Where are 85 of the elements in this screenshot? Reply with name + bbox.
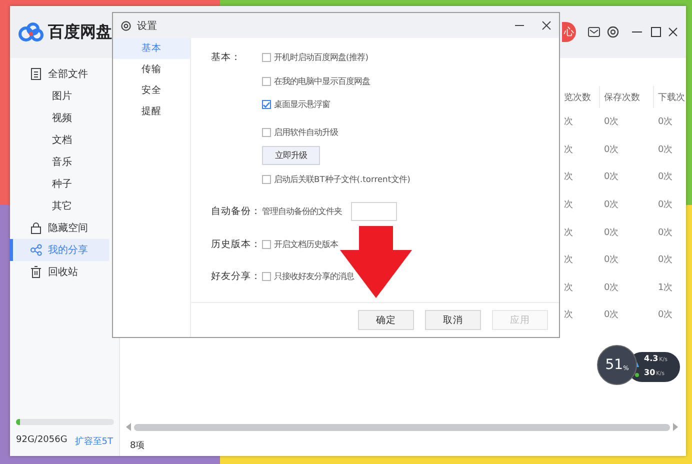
table-cell-text: 次 xyxy=(563,170,574,184)
close-icon[interactable] xyxy=(668,27,678,37)
checkbox[interactable] xyxy=(262,240,271,249)
table-cell-text: 0次 xyxy=(603,198,620,212)
download-speed: 30 xyxy=(644,368,656,377)
settings-tab[interactable]: 提醒 xyxy=(113,101,190,122)
checkbox-label: 只接收好友分享的消息 xyxy=(274,271,354,282)
table-cell-text: 0次 xyxy=(603,144,620,156)
table-cell-text: 0次 xyxy=(657,116,674,128)
section-label: 基本： xyxy=(211,51,242,66)
table-cell-text: 0次 xyxy=(657,170,674,184)
sidebar-item[interactable]: 种子 xyxy=(10,173,109,195)
scroll-left-icon[interactable] xyxy=(126,423,131,431)
table-cell-text: 0次 xyxy=(603,254,620,266)
table-cell-text: 次 xyxy=(563,198,574,212)
close-icon[interactable] xyxy=(542,21,551,30)
checkbox-label: 在我的电脑中显示百度网盘 xyxy=(274,76,370,87)
table-cell-text: 次 xyxy=(563,254,574,266)
setting-text: 管理自动备份的文件夹 xyxy=(262,206,342,218)
mail-icon[interactable] xyxy=(588,27,600,37)
membership-button[interactable]: 心 xyxy=(562,22,576,42)
table-cell-text: 1次 xyxy=(657,282,674,294)
section-label: 自动备份： xyxy=(211,205,262,220)
settings-icon[interactable] xyxy=(607,26,619,38)
table-cell-text: 0次 xyxy=(603,282,620,294)
column-header[interactable]: 下载次 xyxy=(654,86,686,108)
checkbox[interactable] xyxy=(262,128,271,137)
section-label: 好友分享： xyxy=(211,270,262,284)
sidebar-item[interactable]: 图片 xyxy=(10,85,109,107)
table-cell-text: 0次 xyxy=(657,254,674,266)
checkbox-label: 桌面显示悬浮窗 xyxy=(274,99,330,110)
sidebar-item[interactable]: 文档 xyxy=(10,129,109,151)
checkbox-label: 启动后关联BT种子文件(.torrent文件) xyxy=(274,174,410,185)
table-cell-text: 次 xyxy=(563,144,574,156)
table-cell-text: 0次 xyxy=(657,198,674,212)
sidebar-item[interactable]: 音乐 xyxy=(10,151,109,173)
checkbox[interactable] xyxy=(262,76,271,86)
storage-usage: 92G/2056G xyxy=(16,435,68,447)
sidebar-item[interactable]: 全部文件 xyxy=(10,63,109,85)
table-cell-text: 0次 xyxy=(657,226,674,239)
horizontal-scrollbar[interactable] xyxy=(134,424,670,430)
sidebar-item[interactable]: 视频 xyxy=(10,107,109,129)
sidebar-item[interactable]: 回收站 xyxy=(10,261,109,283)
checkbox[interactable] xyxy=(262,272,271,282)
upgrade-button[interactable]: 立即升级 xyxy=(262,146,320,166)
dialog-button[interactable]: 取消 xyxy=(425,310,481,330)
section-label: 历史版本： xyxy=(211,238,262,252)
maximize-icon[interactable] xyxy=(651,27,661,37)
settings-icon xyxy=(121,20,131,30)
download-dot-icon xyxy=(635,373,639,377)
upload-speed: 4.3 xyxy=(644,354,658,363)
table-cell-text: 次 xyxy=(563,282,574,294)
checkbox-label: 开启文档历史版本 xyxy=(274,238,338,250)
percent-value: 51 xyxy=(605,357,624,373)
checkbox-label: 开机时启动百度网盘(推荐) xyxy=(274,52,368,64)
item-count: 8项 xyxy=(130,440,145,452)
lock-icon xyxy=(31,222,41,234)
checkbox[interactable] xyxy=(262,53,271,62)
settings-tab[interactable]: 安全 xyxy=(113,80,190,101)
table-cell-text: 0次 xyxy=(603,170,620,184)
table-cell-text: 次 xyxy=(563,116,574,128)
table-cell-text: 0次 xyxy=(657,144,674,156)
folder-button[interactable] xyxy=(351,202,397,222)
table-cell-text: 0次 xyxy=(657,308,674,322)
document-icon xyxy=(31,68,41,80)
checkbox[interactable] xyxy=(262,100,271,110)
table-cell-text: 0次 xyxy=(603,226,620,239)
share-icon xyxy=(30,244,42,256)
scroll-right-icon[interactable] xyxy=(673,423,678,431)
trash-icon xyxy=(31,266,41,278)
cloud-logo-icon xyxy=(18,22,44,42)
sidebar-item[interactable]: 隐藏空间 xyxy=(10,217,109,239)
table-cell-text: 次 xyxy=(563,308,574,322)
app-logo-text: 百度网盘 xyxy=(48,22,112,42)
table-cell-text: 0次 xyxy=(603,308,620,322)
checkbox[interactable] xyxy=(262,174,271,184)
table-cell-text: 次 xyxy=(563,226,574,239)
table-cell-text: 0次 xyxy=(603,116,620,128)
dialog-title: 设置 xyxy=(137,20,158,32)
column-header[interactable]: 保存次数 xyxy=(600,86,654,108)
sidebar-item[interactable]: 其它 xyxy=(10,195,109,217)
checkbox-label: 启用软件自动升级 xyxy=(274,126,338,138)
dialog-button[interactable]: 确定 xyxy=(358,310,414,330)
settings-tab[interactable]: 传输 xyxy=(113,59,190,80)
upgrade-link[interactable]: 扩容至5T xyxy=(74,435,113,448)
